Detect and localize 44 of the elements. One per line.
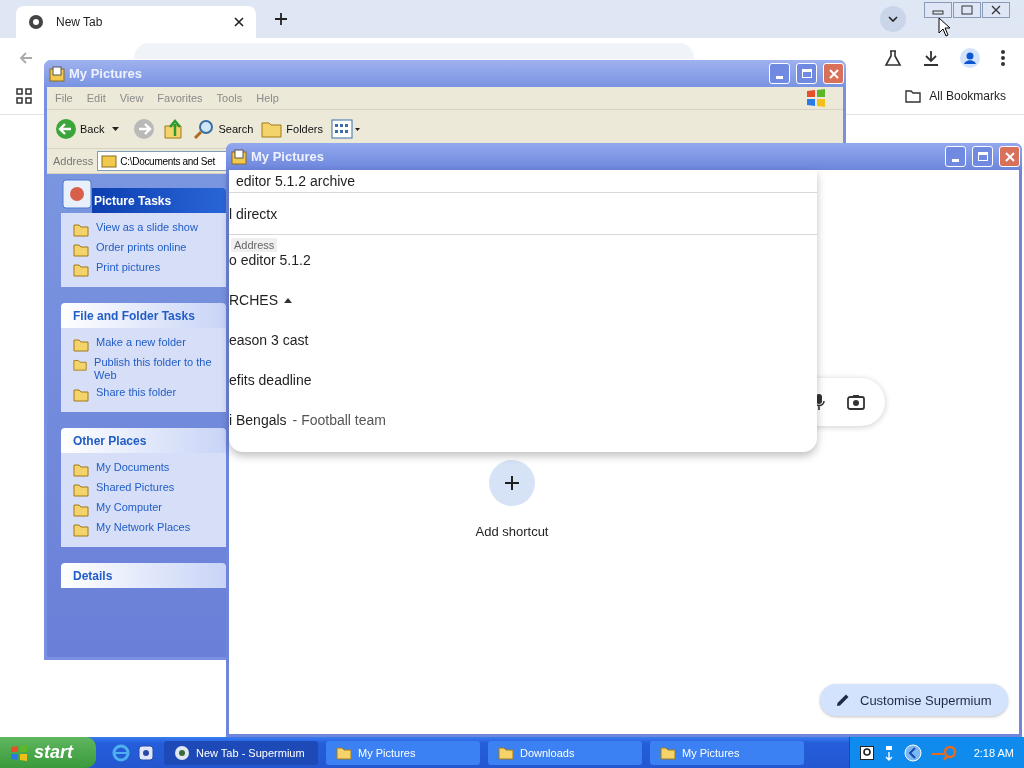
taskbar-button[interactable]: My Pictures (326, 740, 480, 765)
search-button[interactable]: Search (193, 118, 254, 140)
task-link[interactable]: My Documents (96, 461, 170, 474)
back-button[interactable]: Back (55, 118, 105, 140)
taskbar-button[interactable]: My Pictures (650, 740, 804, 765)
browser-tab[interactable]: New Tab (16, 6, 256, 38)
suggestion-item[interactable]: RCHES (229, 280, 817, 320)
panel-header[interactable]: Details (61, 563, 226, 588)
suggestion-item[interactable]: o editor 5.1.2 (229, 252, 817, 280)
shortcut-label: Add shortcut (475, 524, 549, 539)
panel-header[interactable]: Other Places (61, 428, 226, 453)
address-label: Address (53, 155, 94, 167)
task-link[interactable]: Shared Pictures (96, 481, 175, 494)
suggestion-item[interactable]: i Bengals - Football team (229, 400, 817, 440)
suggestion-item[interactable]: efits deadline (229, 360, 817, 400)
window-title: My Pictures (251, 149, 324, 164)
menu-item[interactable]: View (119, 92, 144, 104)
task-link[interactable]: Order prints online (96, 241, 187, 254)
task-link[interactable]: Make a new folder (96, 336, 186, 349)
suggestion-item[interactable]: editor 5.1.2 archive (229, 170, 817, 193)
task-link[interactable]: Publish this folder to the Web (94, 356, 220, 382)
task-link[interactable]: View as a slide show (96, 221, 198, 234)
suggestion-item[interactable]: eason 3 cast (229, 320, 817, 360)
clock: 2:18 AM (973, 746, 1014, 759)
menu-item[interactable]: Favorites (157, 92, 203, 104)
task-link[interactable]: Print pictures (96, 261, 161, 274)
bookmarks-button[interactable]: All Bookmarks (905, 89, 1006, 103)
panel-header[interactable]: Picture Tasks (92, 188, 226, 213)
suggestion-item[interactable]: l directx (229, 194, 817, 235)
menu-item[interactable]: Tools (216, 92, 243, 104)
taskbar-button[interactable]: Downloads (488, 740, 642, 765)
start-button[interactable]: start (0, 737, 96, 768)
menu-item[interactable]: Help (256, 92, 279, 104)
window-title: My Pictures (69, 66, 142, 81)
menu-item[interactable]: File (55, 92, 73, 104)
menu-item[interactable]: Edit (86, 92, 106, 104)
customise-button[interactable]: Customise Supermium (820, 684, 1008, 716)
tooltip: Address (231, 238, 278, 252)
folders-button[interactable]: Folders (261, 119, 323, 139)
task-link[interactable]: My Network Places (96, 521, 191, 534)
task-link[interactable]: Share this folder (96, 386, 177, 399)
task-link[interactable]: My Computer (96, 501, 163, 514)
panel-header[interactable]: File and Folder Tasks (61, 303, 226, 328)
taskbar-button[interactable]: New Tab - Supermium (164, 740, 318, 765)
